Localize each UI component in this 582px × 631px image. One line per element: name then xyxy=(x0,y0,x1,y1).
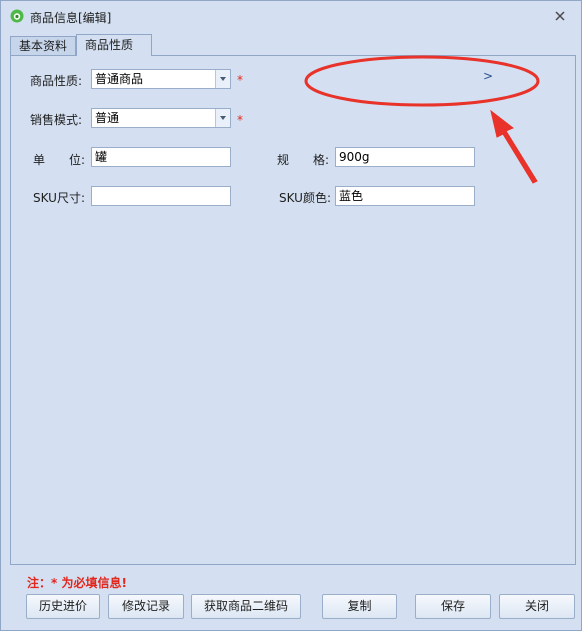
tab-basic-info[interactable]: 基本资料 xyxy=(10,36,76,55)
product-nature-label: 商品性质: xyxy=(30,74,83,88)
sku-color-label: SKU颜色: xyxy=(279,191,331,205)
save-button[interactable]: 保存 xyxy=(415,594,491,619)
unit-input[interactable]: 罐 xyxy=(91,147,231,167)
sku-size-label: SKU尺寸: xyxy=(33,191,85,205)
qrcode-button[interactable]: 获取商品二维码 xyxy=(191,594,301,619)
title-bar: 商品信息[编辑] xyxy=(1,1,581,31)
tab-product-nature[interactable]: 商品性质 xyxy=(76,34,152,56)
spec-input[interactable]: 900g xyxy=(335,147,475,167)
close-icon[interactable] xyxy=(553,9,567,23)
sales-mode-select[interactable]: 普通 xyxy=(91,108,231,128)
sku-size-input[interactable] xyxy=(91,186,231,206)
close-button[interactable]: 关闭 xyxy=(499,594,575,619)
required-note: 注：* 为必填信息! xyxy=(27,576,127,590)
product-nature-select[interactable]: 普通商品 xyxy=(91,69,231,89)
product-info-window: 商品信息[编辑] 基本资料 商品性质 商品性质: 普通商品 * > 销售模式: … xyxy=(0,0,582,631)
spec-label: 规 格: xyxy=(277,153,330,167)
history-price-button[interactable]: 历史进价 xyxy=(26,594,100,619)
expand-marker: > xyxy=(483,69,494,83)
window-title: 商品信息[编辑] xyxy=(30,11,112,25)
sales-mode-label: 销售模式: xyxy=(30,113,83,127)
unit-label: 单 位: xyxy=(33,153,86,167)
sales-mode-value: 普通 xyxy=(95,111,120,125)
tab-strip: 基本资料 商品性质 xyxy=(10,34,576,56)
chevron-down-icon[interactable] xyxy=(215,109,230,127)
product-nature-panel xyxy=(10,55,576,565)
chevron-down-icon[interactable] xyxy=(215,70,230,88)
app-logo-icon xyxy=(10,9,24,23)
modify-log-button[interactable]: 修改记录 xyxy=(108,594,184,619)
copy-button[interactable]: 复制 xyxy=(322,594,397,619)
required-mark: * xyxy=(237,113,243,127)
required-mark: * xyxy=(237,73,243,87)
sku-color-input[interactable]: 蓝色 xyxy=(335,186,475,206)
product-nature-value: 普通商品 xyxy=(95,72,144,86)
